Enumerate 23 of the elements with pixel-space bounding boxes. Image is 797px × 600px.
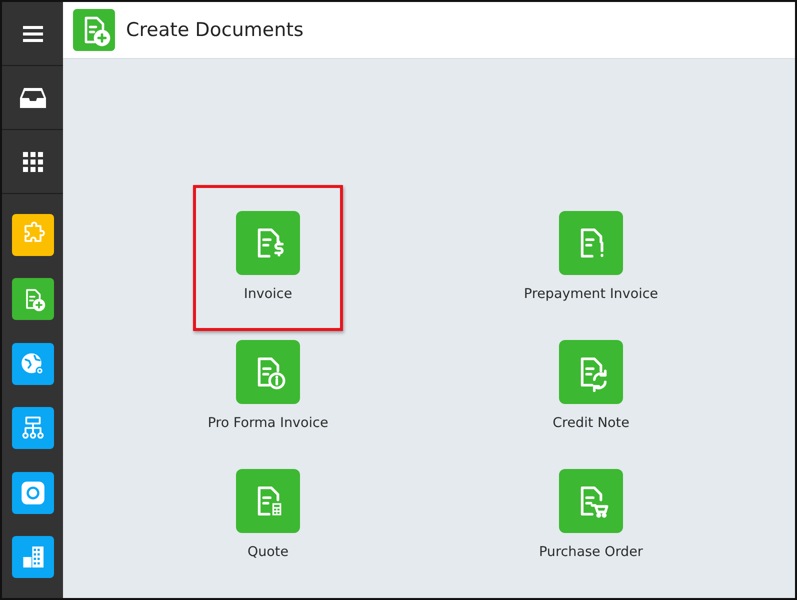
menu-icon[interactable] <box>22 24 44 42</box>
sidebar-tile-button[interactable] <box>12 536 54 578</box>
sidebar-tile-button[interactable] <box>12 214 54 256</box>
document-label[interactable]: Credit Note <box>552 415 630 431</box>
document-tile[interactable] <box>559 211 623 275</box>
document-tile[interactable] <box>236 340 300 404</box>
sidebar-tile-button[interactable] <box>12 472 54 514</box>
document-label[interactable]: Prepayment Invoice <box>524 286 658 302</box>
document-plus-icon <box>73 9 115 51</box>
document-tile[interactable] <box>236 211 300 275</box>
page-title: Create Documents <box>126 19 304 41</box>
document-label[interactable]: Pro Forma Invoice <box>208 415 328 431</box>
document-tile[interactable] <box>559 340 623 404</box>
document-label[interactable]: Quote <box>247 544 289 560</box>
document-label[interactable]: Invoice <box>244 286 292 302</box>
document-label[interactable]: Purchase Order <box>539 544 643 560</box>
document-tile[interactable] <box>559 469 623 533</box>
sidebar-tile-button[interactable] <box>12 278 54 320</box>
apps-grid-icon[interactable] <box>22 150 44 172</box>
document-tile[interactable] <box>236 469 300 533</box>
sidebar-tile-button[interactable] <box>12 407 54 450</box>
inbox-icon[interactable] <box>18 86 46 108</box>
sidebar-tile-button[interactable] <box>12 342 54 385</box>
